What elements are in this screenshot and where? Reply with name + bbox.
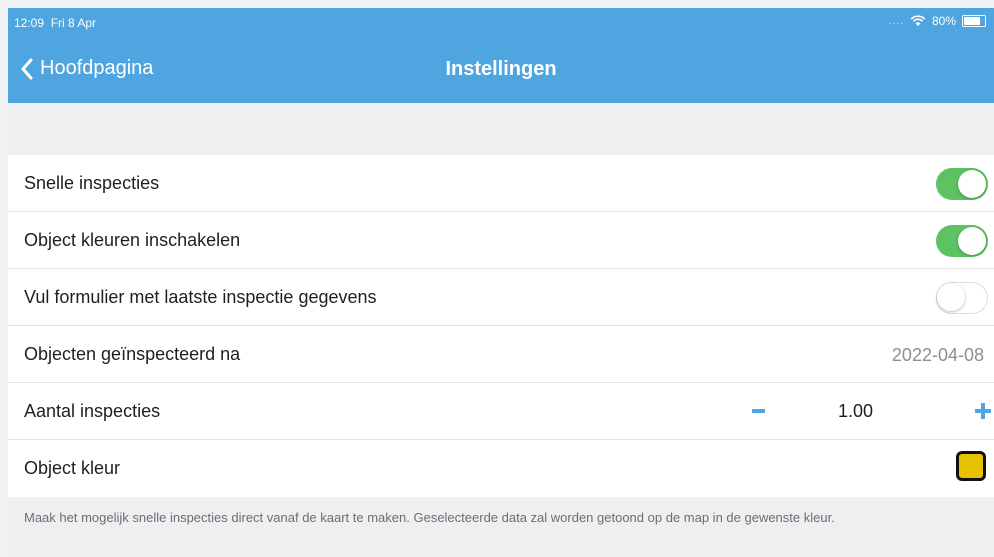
settings-list: Snelle inspecties Object kleuren inschak… bbox=[8, 155, 994, 497]
footer-description: Maak het mogelijk snelle inspecties dire… bbox=[24, 510, 835, 525]
minus-icon bbox=[752, 409, 765, 413]
setting-label: Snelle inspecties bbox=[24, 172, 160, 193]
setting-row-snelle-inspecties: Snelle inspecties bbox=[8, 155, 994, 212]
stepper-value: 1.00 bbox=[838, 401, 874, 421]
signal-indicator: .... bbox=[888, 15, 904, 27]
setting-row-objecten-na: Objecten geïnspecteerd na 2022-04-08 bbox=[8, 326, 994, 383]
increment-button[interactable] bbox=[968, 396, 994, 426]
status-time: 12:09 Fri 8 Apr bbox=[14, 16, 96, 30]
status-bar: 12:09 Fri 8 Apr .... 80% bbox=[8, 8, 994, 34]
battery-percent: 80% bbox=[931, 14, 956, 28]
status-time-text: 12:09 bbox=[14, 16, 45, 30]
toggle-knob bbox=[958, 227, 986, 255]
setting-row-object-kleuren: Object kleuren inschakelen bbox=[8, 212, 994, 269]
vul-formulier-toggle[interactable] bbox=[936, 282, 988, 314]
snelle-inspecties-toggle[interactable] bbox=[936, 168, 988, 200]
page-title: Instellingen bbox=[445, 58, 557, 80]
wifi-icon bbox=[910, 15, 926, 26]
setting-label: Vul formulier met laatste inspectie gege… bbox=[24, 286, 377, 307]
date-picker-value[interactable]: 2022-04-08 bbox=[892, 345, 984, 366]
decrement-button[interactable] bbox=[743, 396, 773, 426]
color-swatch[interactable] bbox=[956, 451, 986, 481]
toggle-knob bbox=[958, 170, 986, 198]
object-kleuren-toggle[interactable] bbox=[936, 225, 988, 257]
setting-label: Object kleuren inschakelen bbox=[24, 229, 241, 250]
plus-icon-stem bbox=[981, 403, 985, 419]
setting-label: Object kleur bbox=[24, 458, 121, 478]
status-date-text: Fri 8 Apr bbox=[50, 16, 97, 30]
battery-icon bbox=[962, 15, 986, 27]
status-indicators: .... 80% bbox=[889, 14, 986, 28]
setting-label: Objecten geïnspecteerd na bbox=[24, 343, 241, 364]
setting-label: Aantal inspecties bbox=[24, 400, 161, 421]
section-spacer bbox=[8, 103, 994, 155]
setting-row-aantal: Aantal inspecties 1.00 bbox=[8, 383, 994, 440]
setting-row-vul-formulier: Vul formulier met laatste inspectie gege… bbox=[8, 269, 994, 326]
setting-row-object-kleur: Object kleur bbox=[8, 440, 994, 497]
section-footer: Maak het mogelijk snelle inspecties dire… bbox=[8, 497, 994, 557]
toggle-knob bbox=[937, 283, 965, 311]
navigation-bar: 12:09 Fri 8 Apr .... 80% Hoofdpagina Ins… bbox=[8, 8, 994, 103]
